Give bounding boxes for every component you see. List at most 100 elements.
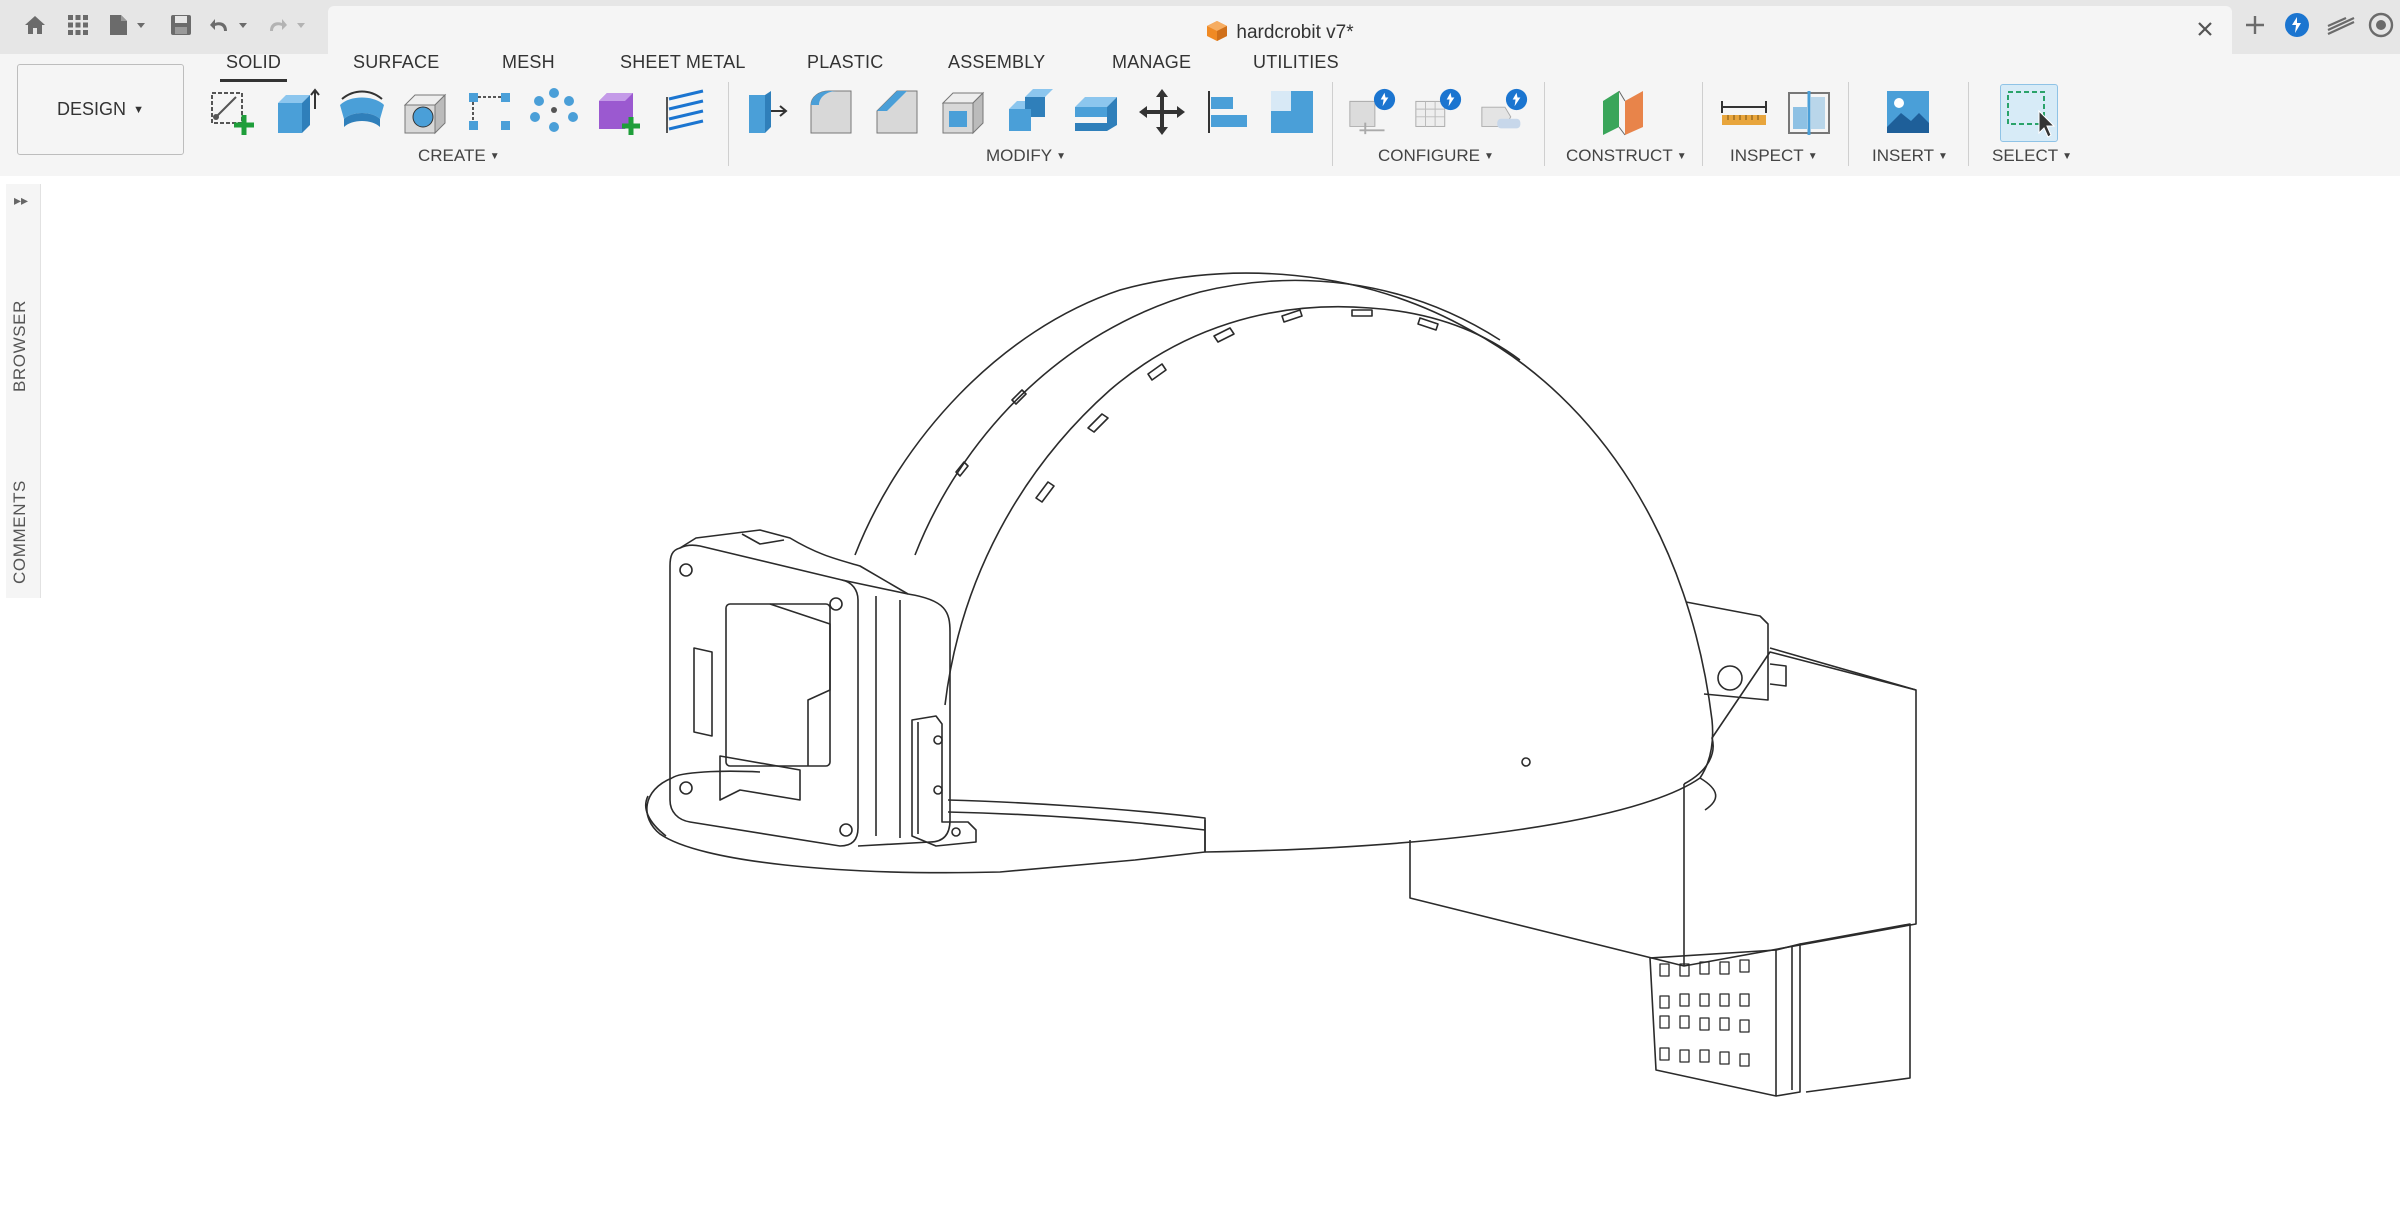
document-tab[interactable]: hardcrobit v7* [328, 6, 2232, 54]
combine-tool[interactable] [1004, 84, 1056, 140]
home-icon[interactable] [20, 10, 50, 40]
align-tool[interactable] [1202, 84, 1254, 140]
bracket-hole [933, 785, 943, 795]
shell-tool[interactable] [938, 84, 990, 140]
tab-plastic[interactable]: PLASTIC [807, 52, 883, 73]
hard-hat-model[interactable] [0, 176, 2400, 1203]
configure-menu-label: CONFIGURE [1378, 146, 1480, 165]
vent-slot [1035, 481, 1055, 503]
create-form-tool[interactable] [594, 84, 646, 140]
configure-menu[interactable]: CONFIGURE ▼ [1378, 146, 1494, 166]
close-tab-icon[interactable] [2192, 16, 2218, 42]
toolbar-separator [1544, 82, 1545, 166]
caret-down-icon: ▼ [133, 103, 144, 116]
tab-solid[interactable]: SOLID [219, 52, 288, 82]
help-icon[interactable] [2366, 10, 2396, 40]
mount-screen-window [725, 603, 831, 767]
modify-menu[interactable]: MODIFY ▼ [986, 146, 1066, 166]
mount-screen-step [769, 603, 831, 766]
configuration-rule-tool[interactable] [1478, 84, 1530, 140]
select-menu-label: SELECT [1992, 146, 2059, 165]
tab-manage[interactable]: MANAGE [1112, 52, 1191, 73]
revolve-tool[interactable] [336, 84, 388, 140]
create-menu[interactable]: CREATE ▼ [418, 146, 500, 166]
move-copy-tool[interactable] [1136, 84, 1188, 140]
toolbar-separator [728, 82, 729, 166]
brim-top-edge [671, 770, 761, 779]
rear-tab [1769, 663, 1787, 687]
construct-menu[interactable]: CONSTRUCT ▼ [1566, 146, 1687, 166]
modify-menu-label: MODIFY [986, 146, 1053, 165]
caret-down-icon: ▼ [1807, 151, 1818, 162]
mount-screw [679, 781, 693, 795]
mount-screw [839, 823, 853, 837]
tab-surface[interactable]: SURFACE [353, 52, 439, 73]
circular-pattern-tool[interactable] [528, 84, 580, 140]
data-panel-grid-icon[interactable] [63, 10, 93, 40]
mount-latch [693, 647, 713, 737]
tab-sheet-metal[interactable]: SHEET METAL [620, 52, 746, 73]
create-menu-label: CREATE [418, 146, 486, 165]
toolbar-separator [1848, 82, 1849, 166]
insert-menu[interactable]: INSERT ▼ [1872, 146, 1948, 166]
vent-slot [1417, 317, 1439, 331]
rear-box-top [1683, 651, 1917, 785]
speaker-box-side [1775, 943, 1801, 1097]
mount-box-top [679, 529, 909, 595]
construct-menu-label: CONSTRUCT [1566, 146, 1673, 165]
window-select-tool[interactable] [2000, 84, 2058, 142]
replace-face-tool[interactable] [1070, 84, 1122, 140]
inspect-menu[interactable]: INSPECT ▼ [1730, 146, 1818, 166]
redo-icon[interactable] [266, 10, 316, 40]
dome-brim-edge [1699, 777, 1717, 811]
chamfer-tool[interactable] [872, 84, 924, 140]
physical-material-tool[interactable] [1266, 84, 1318, 140]
insert-image-tool[interactable] [1882, 84, 1934, 140]
hole-tool[interactable] [400, 84, 452, 140]
caret-down-icon: ▼ [1056, 151, 1067, 162]
vent-slot [1351, 309, 1373, 317]
inspect-menu-label: INSPECT [1730, 146, 1804, 165]
vent-slot [1281, 309, 1303, 323]
tab-utilities[interactable]: UTILITIES [1253, 52, 1339, 73]
tab-assembly[interactable]: ASSEMBLY [948, 52, 1045, 73]
vent-slot [1213, 327, 1235, 343]
derive-tool[interactable] [660, 84, 712, 140]
speaker-back-box [1799, 923, 1911, 1093]
fillet-tool[interactable] [806, 84, 858, 140]
caret-down-icon: ▼ [2062, 151, 2073, 162]
extrude-tool[interactable] [270, 84, 322, 140]
toolbar-separator [1332, 82, 1333, 166]
tab-mesh[interactable]: MESH [502, 52, 555, 73]
workspace-label: DESIGN [57, 99, 127, 119]
configure-design-tool[interactable] [1346, 84, 1398, 140]
section-analysis-tool[interactable] [1784, 84, 1836, 140]
mount-screw [829, 597, 843, 611]
extensions-icon[interactable] [2324, 10, 2358, 40]
mount-screw [679, 563, 693, 577]
caret-down-icon: ▼ [1938, 151, 1948, 162]
job-status-icon[interactable] [2282, 10, 2312, 40]
speaker-grille [1659, 959, 1750, 1067]
workspace-switcher-button[interactable]: DESIGN ▼ [17, 64, 184, 155]
bracket-hole [951, 827, 961, 837]
select-menu[interactable]: SELECT ▼ [1992, 146, 2072, 166]
create-sketch-tool[interactable] [206, 84, 258, 140]
component-cube-icon [1206, 20, 1228, 48]
save-icon[interactable] [166, 10, 196, 40]
rear-box-main [1409, 647, 1917, 967]
insert-menu-label: INSERT [1872, 146, 1935, 165]
file-menu-icon[interactable] [106, 10, 152, 40]
press-pull-tool[interactable] [740, 84, 792, 140]
measure-tool[interactable] [1718, 84, 1770, 140]
canvas-viewport[interactable] [0, 176, 2400, 1203]
new-tab-plus-icon[interactable] [2240, 10, 2270, 40]
vent-slot [955, 461, 969, 477]
configuration-table-tool[interactable] [1412, 84, 1464, 140]
rectangular-pattern-tool[interactable] [464, 84, 516, 140]
undo-icon[interactable] [208, 10, 258, 40]
offset-plane-tool[interactable] [1598, 84, 1650, 140]
caret-down-icon: ▼ [1676, 151, 1687, 162]
rear-mount-block [1685, 601, 1769, 701]
dome-hole [1521, 757, 1531, 767]
